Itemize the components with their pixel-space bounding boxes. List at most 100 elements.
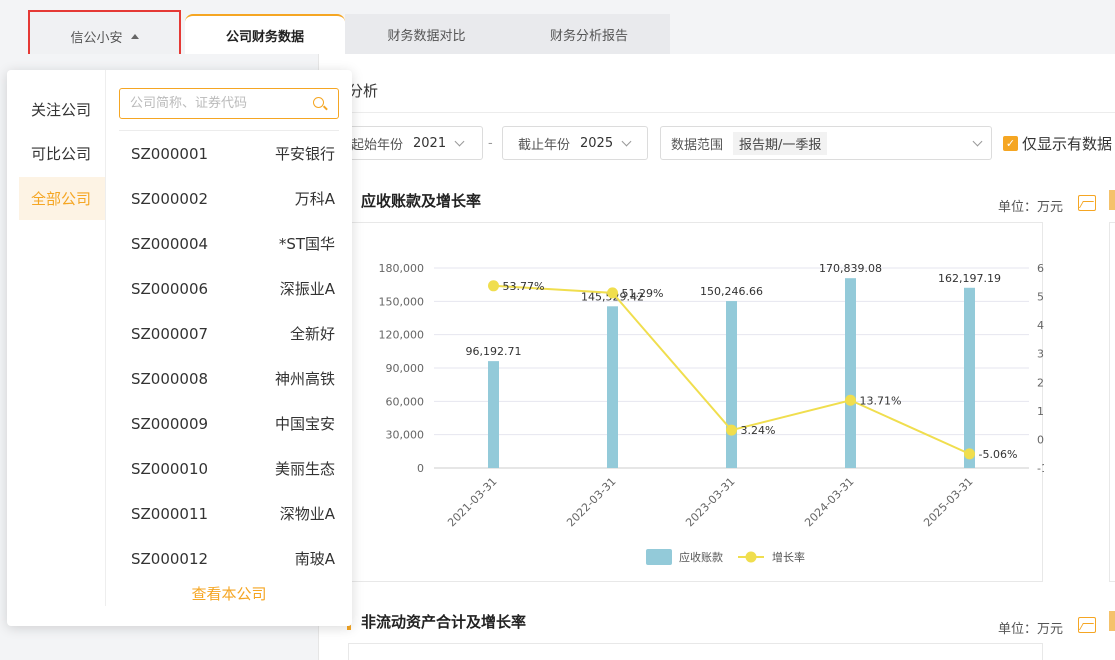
company-search-input[interactable] [119,88,339,119]
y-right-tick-label: -10% [1037,462,1044,475]
legend-label: 增长率 [772,550,805,564]
start-year-value: 2021 [413,135,447,151]
y-right-tick-label: 30% [1037,348,1044,361]
company-list-item[interactable]: SZ000009 中国宝安 [119,401,339,446]
company-code: SZ000001 [131,144,209,163]
data-scope-label: 数据范围 [671,137,724,153]
end-year-value: 2025 [580,135,614,151]
tab-financial-comparison[interactable]: 财务数据对比 [345,14,508,54]
chart-container [348,643,1043,660]
line-point [726,424,737,436]
check-icon: ✓ [1005,137,1016,150]
category-all[interactable]: 全部公司 [19,177,105,220]
bar-data-label: 170,839.08 [819,262,882,275]
company-code: SZ000011 [131,504,209,523]
legend-line-point [745,551,757,563]
chart-unit: 单位：万元 [998,622,1064,637]
only-data-label: 仅显示有数据 [1022,135,1113,153]
company-code: SZ000006 [131,279,209,298]
bar [607,306,618,468]
end-year-select[interactable]: 截止年份 2025 [502,126,648,160]
y-right-tick-label: 20% [1037,376,1044,389]
chevron-down-icon [972,136,983,146]
chart-unit: 单位：万元 [998,200,1064,215]
chart-image-icon[interactable] [1078,195,1096,211]
section-divider [340,112,1115,113]
company-list-item[interactable]: SZ000011 深物业A [119,491,339,536]
y-left-tick-label: 30,000 [386,429,425,442]
start-year-select[interactable]: 起始年份 2021 [340,126,483,160]
y-right-tick-label: 50% [1037,291,1044,304]
next-chart-box [1109,222,1115,582]
category-followed[interactable]: 关注公司 [19,88,105,131]
year-range-separator: - [488,136,493,151]
chart-image-icon[interactable] [1078,617,1096,633]
line-point [607,287,618,299]
chevron-down-icon [621,136,632,146]
company-name: *ST国华 [278,235,335,253]
y-left-tick-label: 180,000 [379,262,425,275]
y-left-tick-label: 150,000 [379,295,425,308]
line-data-label: 51.29% [622,287,664,300]
only-data-checkbox[interactable]: ✓ [1003,136,1018,151]
company-name: 深物业A [279,505,335,523]
line-data-label: 53.77% [503,280,545,293]
y-left-tick-label: 60,000 [386,395,425,408]
line-point [845,394,856,406]
x-tick-label: 2021-03-31 [445,475,499,529]
data-scope-select[interactable]: 数据范围 报告期/一季报 [660,126,992,160]
search-icon[interactable] [313,97,324,108]
line-data-label: 3.24% [741,424,776,437]
x-tick-label: 2024-03-31 [802,475,856,529]
bar-data-label: 150,246.66 [700,285,763,298]
end-year-label: 截止年份 [518,137,571,153]
tab-financial-report[interactable]: 财务分析报告 [508,14,670,54]
company-name: 平安银行 [274,145,335,163]
legend-label: 应收账款 [679,550,723,564]
company-code: SZ000007 [131,324,209,343]
next-chart-marker [1109,611,1115,631]
company-name: 万科A [294,190,335,208]
line-point [964,448,975,460]
tab-company-financial-data[interactable]: 公司财务数据 [185,14,345,54]
company-code: SZ000002 [131,189,209,208]
x-tick-label: 2023-03-31 [683,475,737,529]
y-left-tick-label: 120,000 [379,329,425,342]
start-year-label: 起始年份 [351,137,404,153]
company-list-item[interactable]: SZ000002 万科A [119,176,339,221]
legend-bar-swatch [646,549,672,565]
company-list-item[interactable]: SZ000012 南玻A [119,536,339,581]
company-list-item[interactable]: SZ000008 神州高铁 [119,356,339,401]
category-comparable[interactable]: 可比公司 [19,132,105,175]
company-name: 南玻A [294,550,335,568]
company-code: SZ000009 [131,414,209,433]
line-point [488,280,499,292]
chart-title: 非流动资产合计及增长率 [361,613,527,631]
view-company-link[interactable]: 查看本公司 [119,583,339,604]
chart-title: 应收账款及增长率 [361,192,482,210]
dropdown-divider [105,70,106,606]
company-code: SZ000010 [131,459,209,478]
bar-data-label: 96,192.71 [466,345,522,358]
x-tick-label: 2022-03-31 [564,475,618,529]
company-list-item[interactable]: SZ000004 *ST国华 [119,221,339,266]
tab-bar: 信公小安 公司财务数据 财务数据对比 财务分析报告 [0,0,1115,62]
company-name: 全新好 [289,325,335,343]
company-list-item[interactable]: SZ000001 平安银行 [119,131,339,176]
data-scope-tag: 报告期/一季报 [733,131,828,155]
y-right-tick-label: 10% [1037,405,1044,418]
y-right-tick-label: 60% [1037,262,1044,275]
caret-up-icon [130,33,139,39]
company-list-item[interactable]: SZ000007 全新好 [119,311,339,356]
company-list-item[interactable]: SZ000010 美丽生态 [119,446,339,491]
company-list-item[interactable]: SZ000006 深振业A [119,266,339,311]
y-right-tick-label: 0% [1037,433,1044,446]
app-root: 信公小安 公司财务数据 财务数据对比 财务分析报告 分析 起始年份 2021 -… [0,0,1115,660]
next-chart-marker [1109,190,1115,210]
company-code: SZ000012 [131,549,209,568]
bar-data-label: 162,197.19 [938,272,1001,285]
y-right-tick-label: 40% [1037,319,1044,332]
company-name: 美丽生态 [274,460,335,478]
chevron-down-icon [454,136,465,146]
company-name: 中国宝安 [274,415,335,433]
